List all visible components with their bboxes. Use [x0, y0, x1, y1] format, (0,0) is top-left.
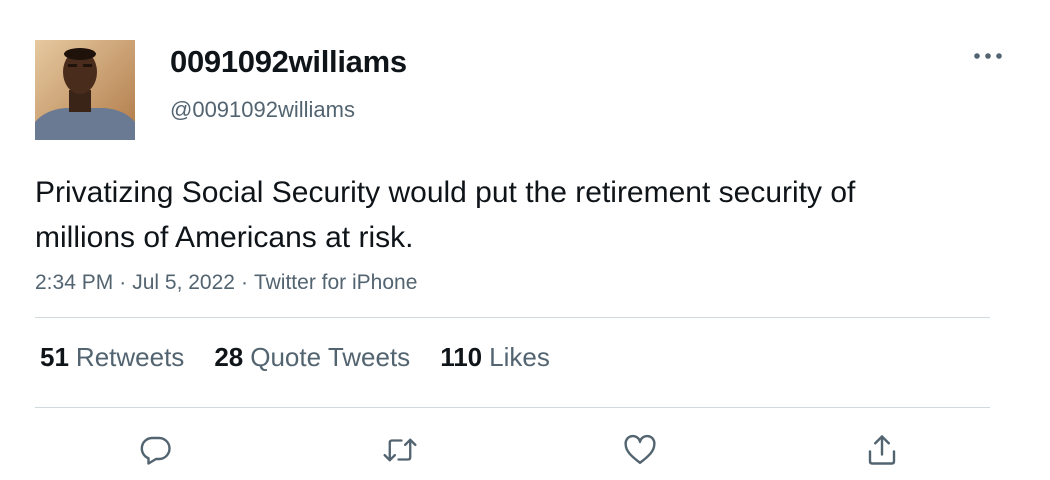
tweet-meta: 2:34 PM · Jul 5, 2022 · Twitter for iPhone [35, 271, 417, 295]
divider [35, 407, 990, 408]
heart-icon [624, 434, 656, 464]
divider [35, 317, 990, 318]
likes-count: 110 [440, 342, 483, 372]
likes-label: Likes [489, 342, 550, 372]
retweets-count: 51 [40, 342, 69, 372]
meta-separator: · [240, 271, 248, 294]
meta-separator: · [119, 271, 127, 294]
more-icon [974, 53, 1002, 59]
tweet-detail: 0091092williams @0091092williams Privati… [0, 0, 1050, 480]
display-name[interactable]: 0091092williams [170, 44, 407, 80]
retweets-stat[interactable]: 51 Retweets [40, 342, 184, 373]
user-handle[interactable]: @0091092williams [170, 97, 355, 123]
engagement-stats: 51 Retweets 28 Quote Tweets 110 Likes [40, 342, 580, 373]
quote-tweets-count: 28 [214, 342, 244, 372]
retweet-button[interactable] [380, 430, 420, 470]
like-button[interactable] [620, 430, 660, 470]
share-button[interactable] [862, 430, 902, 470]
retweet-icon [383, 438, 417, 462]
avatar[interactable] [35, 40, 135, 140]
user-avatar-photo [35, 40, 135, 140]
tweet-source[interactable]: Twitter for iPhone [254, 271, 417, 294]
likes-stat[interactable]: 110 Likes [440, 342, 550, 373]
quote-tweets-label: Quote Tweets [250, 342, 411, 372]
tweet-text: Privatizing Social Security would put th… [35, 176, 856, 254]
quote-tweets-stat[interactable]: 28 Quote Tweets [214, 342, 410, 373]
tweet-time[interactable]: 2:34 PM [35, 271, 113, 294]
tweet-date[interactable]: Jul 5, 2022 [132, 271, 235, 294]
reply-icon [140, 436, 171, 465]
more-options-button[interactable] [968, 42, 1008, 70]
share-icon [868, 435, 896, 465]
reply-button[interactable] [136, 430, 176, 470]
retweets-label: Retweets [75, 342, 185, 372]
